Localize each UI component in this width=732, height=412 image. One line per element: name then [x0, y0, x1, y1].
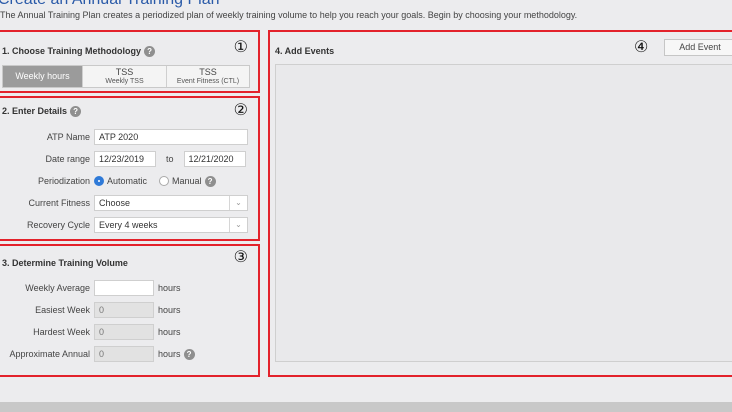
callout-badge-1: ①	[233, 39, 248, 56]
option-label: TSS	[115, 66, 134, 77]
recovery-cycle-label: Recovery Cycle	[26, 220, 90, 230]
recovery-cycle-row: Recovery Cycle Every 4 weeks ⌄	[0, 217, 248, 233]
methodology-title-text: 1. Choose Training Methodology	[2, 46, 142, 56]
callout-badge-2: ②	[233, 102, 248, 119]
easiest-week-row: Easiest Week 0 hours	[0, 302, 181, 318]
recovery-cycle-select[interactable]: Every 4 weeks ⌄	[94, 217, 248, 233]
details-title: 2. Enter Details?	[2, 106, 82, 118]
current-fitness-select[interactable]: Choose ⌄	[94, 195, 248, 211]
training-volume-panel: 3. Determine Training Volume ③ Weekly Av…	[0, 244, 260, 377]
help-icon[interactable]: ?	[70, 106, 82, 118]
help-icon[interactable]: ?	[144, 46, 156, 58]
weekly-average-row: Weekly Average hours	[0, 280, 181, 296]
periodization-automatic-radio[interactable]	[94, 176, 104, 186]
date-range-row: Date range 12/23/2019 to 12/21/2020	[0, 151, 246, 167]
hardest-week-label: Hardest Week	[33, 327, 90, 337]
details-panel: 2. Enter Details? ② ATP Name ATP 2020 Da…	[0, 96, 260, 241]
atp-name-label: ATP Name	[46, 132, 90, 142]
intro-text: The Annual Training Plan creates a perio…	[0, 10, 578, 20]
atp-name-input[interactable]: ATP 2020	[94, 129, 248, 145]
date-end-input[interactable]: 12/21/2020	[183, 151, 246, 167]
approximate-annual-row: Approximate Annual 0 hours ?	[0, 346, 195, 362]
callout-badge-4: ④	[634, 39, 649, 56]
help-icon[interactable]: ?	[204, 175, 216, 187]
weekly-average-label: Weekly Average	[25, 283, 90, 293]
add-event-button[interactable]: Add Event	[664, 39, 732, 56]
help-icon[interactable]: ?	[183, 348, 195, 360]
current-fitness-row: Current Fitness Choose ⌄	[0, 195, 248, 211]
easiest-week-label: Easiest Week	[35, 305, 90, 315]
chevron-down-icon: ⌄	[229, 196, 247, 210]
methodology-option-weekly-tss[interactable]: TSS Weekly TSS	[83, 66, 167, 87]
weekly-average-input[interactable]	[94, 280, 154, 296]
date-start-input[interactable]: 12/23/2019	[94, 151, 156, 167]
periodization-automatic-label: Automatic	[107, 176, 148, 186]
methodology-option-event-fitness[interactable]: TSS Event Fitness (CTL)	[167, 66, 249, 87]
recovery-cycle-value: Every 4 weeks	[99, 220, 158, 230]
current-fitness-value: Choose	[99, 198, 131, 208]
hardest-week-row: Hardest Week 0 hours	[0, 324, 181, 340]
details-title-text: 2. Enter Details	[2, 106, 68, 116]
approximate-annual-value: 0	[94, 346, 154, 362]
chevron-down-icon: ⌄	[229, 218, 247, 232]
hours-unit: hours	[158, 283, 181, 293]
current-fitness-label: Current Fitness	[28, 198, 90, 208]
methodology-option-weekly-hours[interactable]: Weekly hours	[3, 66, 83, 87]
date-to-label: to	[166, 154, 174, 164]
date-range-label: Date range	[45, 154, 90, 164]
add-events-title: 4. Add Events	[275, 46, 335, 56]
hardest-week-value: 0	[94, 324, 154, 340]
hours-unit: hours	[158, 305, 181, 315]
periodization-manual-radio[interactable]	[159, 176, 170, 186]
add-events-panel: 4. Add Events ④ Add Event	[268, 30, 732, 377]
option-label: TSS	[199, 66, 217, 77]
atp-name-row: ATP Name ATP 2020	[0, 129, 248, 145]
hours-unit: hours	[158, 349, 181, 359]
training-volume-title: 3. Determine Training Volume	[2, 258, 128, 268]
periodization-row: Periodization Automatic Manual ?	[0, 173, 216, 189]
events-list-area	[275, 64, 732, 362]
periodization-manual-label: Manual	[172, 176, 202, 186]
methodology-panel: 1. Choose Training Methodology? ① Weekly…	[0, 30, 260, 93]
option-sublabel: Event Fitness (CTL)	[176, 77, 240, 85]
easiest-week-value: 0	[94, 302, 154, 318]
hours-unit: hours	[158, 327, 181, 337]
option-sublabel: Weekly TSS	[105, 77, 144, 85]
bottom-bar	[0, 402, 732, 412]
callout-badge-3: ③	[233, 249, 248, 266]
option-label: Weekly hours	[15, 71, 70, 81]
methodology-segmented-control: Weekly hours TSS Weekly TSS TSS Event Fi…	[2, 65, 250, 88]
approximate-annual-label: Approximate Annual	[9, 349, 90, 359]
methodology-title: 1. Choose Training Methodology?	[2, 46, 156, 58]
periodization-label: Periodization	[37, 176, 90, 186]
page-title: Create an Annual Training Plan	[0, 0, 219, 9]
